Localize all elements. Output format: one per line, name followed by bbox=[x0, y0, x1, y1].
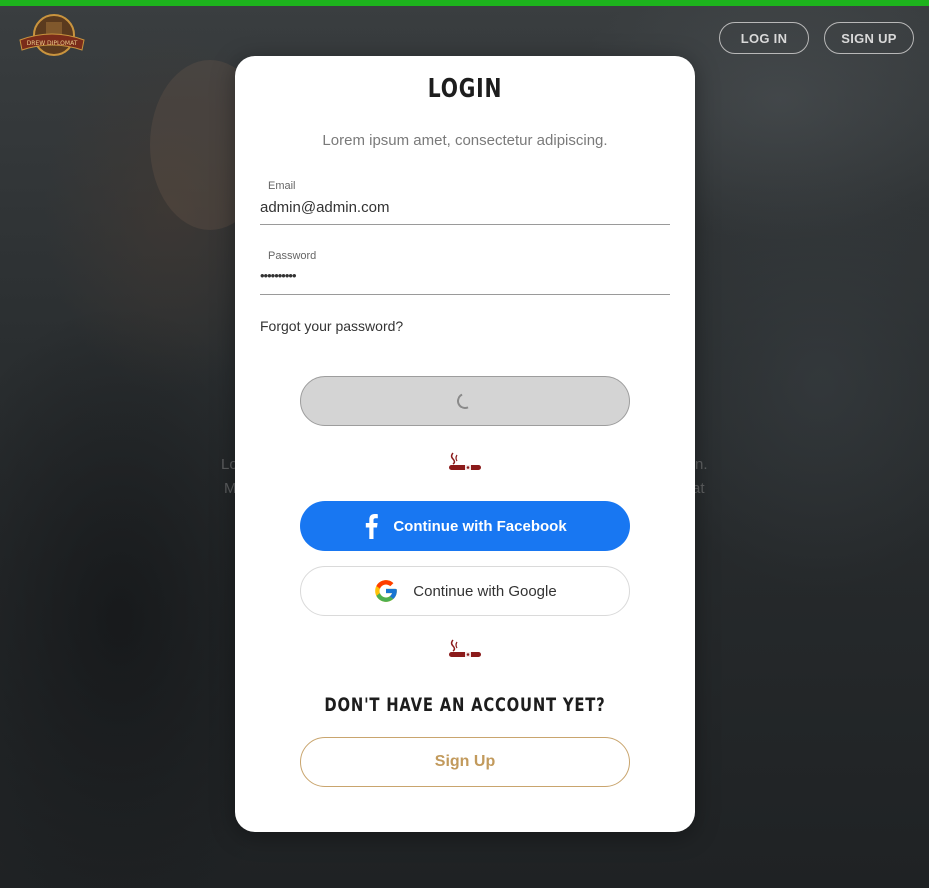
facebook-button-label: Continue with Facebook bbox=[393, 517, 567, 535]
google-button-label: Continue with Google bbox=[413, 582, 557, 600]
drew-diplomat-logo[interactable]: DREW DIPLOMAT bbox=[18, 12, 86, 62]
password-underline bbox=[260, 294, 670, 295]
login-nav-button[interactable]: LOG IN bbox=[719, 22, 809, 54]
login-submit-button[interactable] bbox=[300, 376, 630, 426]
cigar-icon bbox=[447, 638, 483, 660]
loading-spinner-icon bbox=[454, 390, 476, 412]
signup-button[interactable]: Sign Up bbox=[300, 737, 630, 787]
signup-nav-button[interactable]: SIGN UP bbox=[824, 22, 914, 54]
login-card: LOGIN Lorem ipsum amet, consectetur adip… bbox=[235, 56, 695, 832]
password-label: Password bbox=[268, 250, 317, 262]
top-accent-bar bbox=[0, 0, 929, 6]
email-field[interactable]: admin@admin.com bbox=[260, 199, 389, 216]
forgot-password-link[interactable]: Forgot your password? bbox=[260, 318, 403, 334]
login-subtitle: Lorem ipsum amet, consectetur adipiscing… bbox=[322, 132, 608, 149]
email-label: Email bbox=[268, 180, 296, 192]
background-text-right-1: n. bbox=[695, 456, 708, 473]
continue-with-google-button[interactable]: Continue with Google bbox=[300, 566, 630, 616]
email-underline bbox=[260, 224, 670, 225]
facebook-icon bbox=[363, 513, 379, 539]
login-title: LOGIN bbox=[427, 74, 503, 104]
password-field[interactable]: •••••••••• bbox=[260, 268, 297, 283]
svg-text:DREW DIPLOMAT: DREW DIPLOMAT bbox=[27, 40, 78, 47]
continue-with-facebook-button[interactable]: Continue with Facebook bbox=[300, 501, 630, 551]
google-icon bbox=[373, 578, 399, 604]
no-account-heading: DON'T HAVE AN ACCOUNT YET? bbox=[324, 694, 606, 716]
cigar-icon bbox=[447, 451, 483, 473]
